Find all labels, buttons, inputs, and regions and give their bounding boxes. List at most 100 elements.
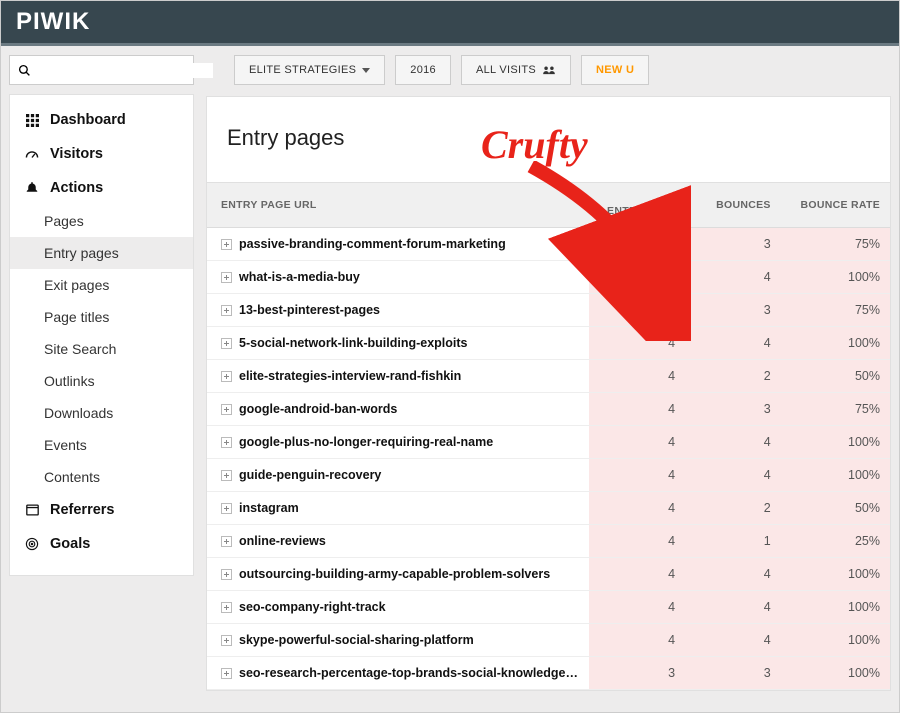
search-field[interactable] xyxy=(37,63,213,78)
cell-bounces: 4 xyxy=(685,624,781,657)
table-row[interactable]: passive-branding-comment-forum-marketing… xyxy=(207,228,890,261)
table-row[interactable]: instagram4250% xyxy=(207,492,890,525)
sidebar-subitem-entry-pages[interactable]: Entry pages xyxy=(10,237,193,269)
sidebar-item-dashboard[interactable]: Dashboard xyxy=(10,103,193,137)
cell-bounces: 4 xyxy=(685,261,781,294)
table-row[interactable]: google-android-ban-words4375% xyxy=(207,393,890,426)
date-selector[interactable]: 2016 xyxy=(395,55,451,85)
visitors-icon xyxy=(542,65,556,75)
table-row[interactable]: 13-best-pinterest-pages4375% xyxy=(207,294,890,327)
app-logo: PIWIK xyxy=(16,8,90,36)
sidebar-subitem-label: Events xyxy=(44,437,87,453)
cell-url[interactable]: instagram xyxy=(207,492,589,525)
table-row[interactable]: 5-social-network-link-building-exploits4… xyxy=(207,327,890,360)
cell-url[interactable]: outsourcing-building-army-capable-proble… xyxy=(207,558,589,591)
new-update-button[interactable]: NEW U xyxy=(581,55,649,85)
cell-entrances: 4 xyxy=(589,591,685,624)
cell-entrances: 4 xyxy=(589,393,685,426)
cell-bounces: 3 xyxy=(685,393,781,426)
cell-url[interactable]: guide-penguin-recovery xyxy=(207,459,589,492)
expand-icon[interactable] xyxy=(221,470,232,481)
sidebar-item-label: Dashboard xyxy=(50,112,126,128)
cell-url-text: google-android-ban-words xyxy=(239,402,397,416)
cell-url-text: 5-social-network-link-building-exploits xyxy=(239,336,468,350)
expand-icon[interactable] xyxy=(221,239,232,250)
cell-url[interactable]: online-reviews xyxy=(207,525,589,558)
expand-icon[interactable] xyxy=(221,503,232,514)
table-row[interactable]: what-is-a-media-buy44100% xyxy=(207,261,890,294)
site-selector[interactable]: ELITE STRATEGIES xyxy=(234,55,385,85)
sidebar-subitem-page-titles[interactable]: Page titles xyxy=(10,301,193,333)
cell-url[interactable]: google-android-ban-words xyxy=(207,393,589,426)
col-header-bounces[interactable]: BOUNCES xyxy=(685,183,781,228)
expand-icon[interactable] xyxy=(221,371,232,382)
sidebar-item-visitors[interactable]: Visitors xyxy=(10,137,193,171)
expand-icon[interactable] xyxy=(221,536,232,547)
expand-icon[interactable] xyxy=(221,668,232,679)
sidebar-subitem-downloads[interactable]: Downloads xyxy=(10,397,193,429)
cell-url-text: outsourcing-building-army-capable-proble… xyxy=(239,567,550,581)
cell-url[interactable]: seo-research-percentage-top-brands-socia… xyxy=(207,657,589,690)
table-row[interactable]: guide-penguin-recovery44100% xyxy=(207,459,890,492)
cell-url[interactable]: 5-social-network-link-building-exploits xyxy=(207,327,589,360)
table-row[interactable]: skype-powerful-social-sharing-platform44… xyxy=(207,624,890,657)
cell-url[interactable]: google-plus-no-longer-requiring-real-nam… xyxy=(207,426,589,459)
segment-selector[interactable]: ALL VISITS xyxy=(461,55,571,85)
cell-bounces: 3 xyxy=(685,228,781,261)
sidebar-item-actions[interactable]: Actions xyxy=(10,171,193,205)
table-row[interactable]: online-reviews4125% xyxy=(207,525,890,558)
search-input[interactable] xyxy=(9,55,194,85)
sidebar-subitem-outlinks[interactable]: Outlinks xyxy=(10,365,193,397)
col-header-entrances[interactable]: ENTRANCES xyxy=(589,183,685,228)
window-icon xyxy=(24,504,40,516)
sidebar-subitem-exit-pages[interactable]: Exit pages xyxy=(10,269,193,301)
top-bar: PIWIK xyxy=(1,1,899,46)
table-row[interactable]: seo-research-percentage-top-brands-socia… xyxy=(207,657,890,690)
sidebar-item-goals[interactable]: Goals xyxy=(10,527,193,561)
cell-url[interactable]: skype-powerful-social-sharing-platform xyxy=(207,624,589,657)
cell-url[interactable]: seo-company-right-track xyxy=(207,591,589,624)
table-row[interactable]: google-plus-no-longer-requiring-real-nam… xyxy=(207,426,890,459)
cell-bounce-rate: 100% xyxy=(781,261,890,294)
sidebar-item-referrers[interactable]: Referrers xyxy=(10,493,193,527)
expand-icon[interactable] xyxy=(221,305,232,316)
layout: Dashboard Visitors Actions PagesEntry pa… xyxy=(1,94,899,691)
cell-url[interactable]: elite-strategies-interview-rand-fishkin xyxy=(207,360,589,393)
cell-entrances: 4 xyxy=(589,525,685,558)
cell-url-text: seo-research-percentage-top-brands-socia… xyxy=(239,666,589,680)
expand-icon[interactable] xyxy=(221,437,232,448)
cell-url-text: google-plus-no-longer-requiring-real-nam… xyxy=(239,435,493,449)
cell-bounce-rate: 75% xyxy=(781,228,890,261)
table-header-row: ENTRY PAGE URL ENTRANCES BOUNCES BOUNCE … xyxy=(207,183,890,228)
cell-entrances: 4 xyxy=(589,558,685,591)
cell-bounce-rate: 100% xyxy=(781,327,890,360)
cell-url[interactable]: passive-branding-comment-forum-marketing xyxy=(207,228,589,261)
sidebar-subitem-site-search[interactable]: Site Search xyxy=(10,333,193,365)
cell-url[interactable]: what-is-a-media-buy xyxy=(207,261,589,294)
expand-icon[interactable] xyxy=(221,635,232,646)
sidebar: Dashboard Visitors Actions PagesEntry pa… xyxy=(9,94,194,576)
cell-bounce-rate: 100% xyxy=(781,624,890,657)
site-selector-label: ELITE STRATEGIES xyxy=(249,64,356,76)
cell-entrances: 4 xyxy=(589,624,685,657)
cell-bounce-rate: 100% xyxy=(781,459,890,492)
expand-icon[interactable] xyxy=(221,602,232,613)
sidebar-subitem-label: Exit pages xyxy=(44,277,109,293)
sidebar-subitem-label: Outlinks xyxy=(44,373,95,389)
col-header-bounce-rate[interactable]: BOUNCE RATE xyxy=(781,183,890,228)
col-header-url[interactable]: ENTRY PAGE URL xyxy=(207,183,589,228)
expand-icon[interactable] xyxy=(221,404,232,415)
sidebar-subitem-pages[interactable]: Pages xyxy=(10,205,193,237)
expand-icon[interactable] xyxy=(221,338,232,349)
sidebar-subitem-contents[interactable]: Contents xyxy=(10,461,193,493)
table-row[interactable]: outsourcing-building-army-capable-proble… xyxy=(207,558,890,591)
table-row[interactable]: seo-company-right-track44100% xyxy=(207,591,890,624)
sidebar-subitem-events[interactable]: Events xyxy=(10,429,193,461)
cell-entrances: 4 xyxy=(589,360,685,393)
cell-url[interactable]: 13-best-pinterest-pages xyxy=(207,294,589,327)
table-row[interactable]: elite-strategies-interview-rand-fishkin4… xyxy=(207,360,890,393)
expand-icon[interactable] xyxy=(221,272,232,283)
cell-bounces: 4 xyxy=(685,591,781,624)
data-table: ENTRY PAGE URL ENTRANCES BOUNCES BOUNCE … xyxy=(206,182,891,691)
expand-icon[interactable] xyxy=(221,569,232,580)
